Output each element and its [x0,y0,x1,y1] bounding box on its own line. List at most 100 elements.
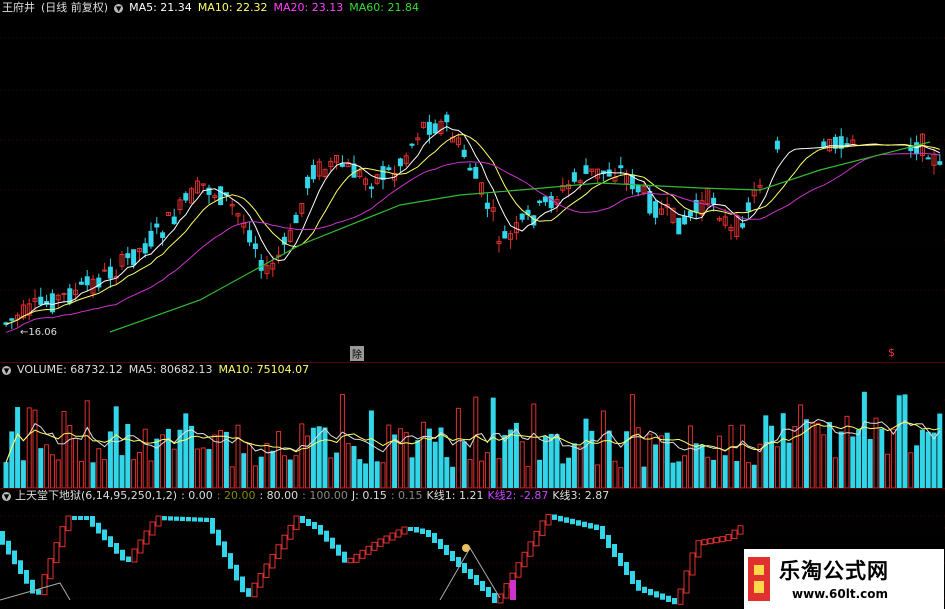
indicator-step [654,591,659,598]
indicator-legend: ▾ 上天堂下地狱(6,14,95,250,1,2) : 0.00 : 20.00… [0,488,609,504]
candle-body [154,223,160,228]
volume-bar [113,406,119,488]
indicator-step [606,535,611,548]
volume-bar [450,466,456,488]
indicator-step [450,551,455,561]
indicator-step [312,522,317,529]
indicator-step [342,551,347,563]
volume-bar [415,440,421,488]
volume-bar [513,422,519,488]
settings-icon[interactable]: ▾ [2,365,11,376]
candle-body [368,186,374,189]
candle-body [618,165,624,169]
volume-bar [542,436,548,488]
volume-bar [583,418,589,488]
indicator-step [162,516,167,521]
indicator-step [96,522,101,534]
candle-body [171,216,177,225]
volume-panel[interactable]: ▾ VOLUME: 68732.12 MA5: 80682.13 MA10: 7… [0,362,945,488]
vol-ma5-value: MA5: 80682.13 [128,363,213,376]
volume-bar [189,425,195,488]
indicator-step [330,537,335,549]
volume-bar [397,428,403,488]
volume-bar [252,465,258,488]
settings-icon[interactable]: ▾ [114,3,124,14]
volume-bar [670,462,676,488]
candle-body [519,213,525,220]
volume-bar [334,452,340,488]
volume-bar [38,448,44,488]
volume-bar [345,443,351,488]
indicator-step [371,541,378,551]
volume-bar [229,466,235,488]
candle-body [502,231,508,239]
volume-bar [740,424,746,488]
volume-bar [548,433,554,488]
indicator-step [600,526,605,539]
candle-body [571,172,577,182]
candle-body [925,157,931,160]
candlestick-chart[interactable] [0,0,945,362]
volume-bar [136,452,142,488]
vol-ma5-line [5,418,941,463]
indicator-step [53,542,60,564]
indicator-step [420,528,425,534]
settings-icon[interactable]: ▾ [2,491,11,502]
volume-bar [502,435,508,488]
candle-body [467,167,473,171]
ex-rights-marker[interactable]: 除 [350,346,364,361]
indicator-step [564,517,569,523]
indicator-step [377,538,384,547]
candle-body [635,184,641,193]
volume-bar [177,429,183,488]
candle-body [676,217,682,235]
candle-body [397,158,403,167]
indicator-step [120,549,125,561]
candle-body [38,296,44,305]
volume-bar [566,457,572,488]
ma20-value: MA20: 23.13 [273,1,344,14]
indicator-step [0,531,5,545]
volume-bar [722,455,728,488]
candle-body [351,163,357,178]
volume-bar [241,453,247,488]
dividend-marker[interactable]: $ [888,346,895,359]
indicator-step [689,552,696,576]
price-panel[interactable]: 王府井 (日线 前复权) ▾ MA5: 21.34 MA10: 22.32 MA… [0,0,945,362]
indicator-step [41,574,48,596]
volume-bar [687,425,693,488]
ma10-line [5,134,940,325]
volume-bar [206,449,212,488]
volume-bar [641,466,647,488]
volume-bar [595,464,601,488]
watermark-url: www.60lt.com [792,587,889,601]
volume-bar [409,457,415,488]
volume-bar [914,445,920,488]
candle-body [647,191,653,214]
volume-bar [61,410,67,488]
candle-body [142,243,148,254]
volume-bar [49,454,55,488]
volume-bar [699,444,705,488]
volume-bar [647,433,653,488]
volume-bar [9,431,15,488]
indicator-step [257,573,264,588]
indicator-step [672,598,677,605]
ind-value-k2: K线2: -2.87 [487,489,549,502]
indicator-step [18,560,23,574]
indicator-step [624,562,629,575]
indicator-step [143,530,150,545]
volume-bar [467,459,473,488]
volume-bar [125,423,131,488]
candle-body [821,141,827,148]
volume-bar [15,407,21,488]
volume-chart[interactable] [0,362,945,488]
candle-body [444,114,450,123]
volume-bar [473,396,479,488]
ind-value-80: : 80.00 [259,489,299,502]
ma5-value: MA5: 21.34 [129,1,192,14]
indicator-step [24,570,29,584]
volume-bar [438,427,444,488]
indicator-step [84,516,89,520]
indicator-step [683,570,690,594]
